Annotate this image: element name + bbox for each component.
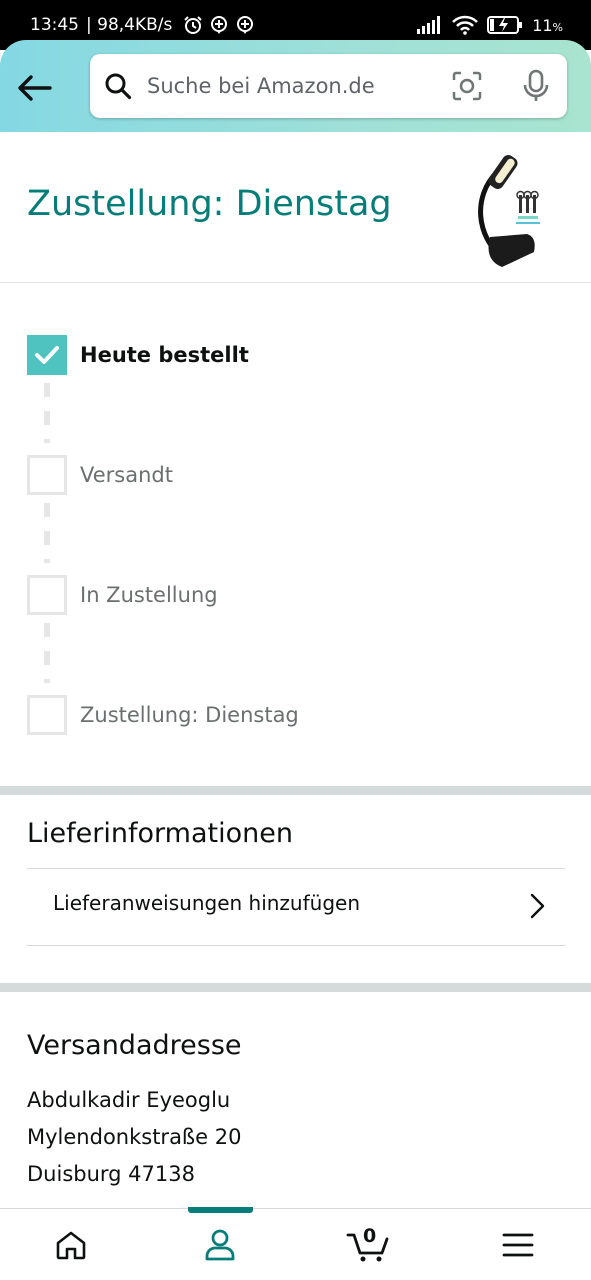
checkbox-empty: [27, 695, 67, 735]
address-street: Mylendonkstraße 20: [27, 1125, 242, 1149]
user-icon: [205, 1229, 235, 1261]
step-label: Zustellung: Dienstag: [80, 703, 299, 727]
bottom-navigation: 0: [0, 1207, 591, 1280]
step-label: Heute bestellt: [80, 343, 249, 367]
tracker-connector: [44, 623, 50, 683]
tracker-step-ordered: Heute bestellt: [27, 335, 249, 375]
shipment-tracker: Heute bestellt Versandt In Zustellung Zu…: [0, 283, 591, 786]
battery-unit: %: [552, 20, 563, 34]
section-divider: [0, 983, 591, 992]
home-icon: [56, 1231, 86, 1260]
delivery-info-title: Lieferinformationen: [27, 818, 293, 849]
hamburger-menu-icon: [502, 1233, 534, 1257]
nav-menu[interactable]: [468, 1209, 568, 1280]
tracker-step-out-for-delivery: In Zustellung: [27, 575, 218, 615]
cart-count-badge: 0: [363, 1225, 377, 1247]
step-label: Versandt: [80, 463, 173, 487]
battery-level: 11%: [532, 16, 563, 35]
battery-percent: 11: [532, 15, 553, 35]
location-plus-icon-2: [237, 16, 254, 34]
search-input[interactable]: [147, 54, 437, 118]
signal-icon: [417, 16, 441, 34]
add-delivery-instructions-row[interactable]: Lieferanweisungen hinzufügen: [27, 868, 565, 945]
status-time: 13:45: [30, 15, 79, 35]
status-network-speed: | 98,4KB/s: [86, 15, 173, 35]
address-name: Abdulkadir Eyeoglu: [27, 1088, 231, 1112]
microphone-icon[interactable]: [521, 69, 551, 103]
app-header: [0, 40, 591, 132]
battery-icon: [487, 16, 523, 34]
nav-home[interactable]: [21, 1209, 121, 1280]
checkmark-icon: [35, 346, 59, 364]
checkbox-empty: [27, 575, 67, 615]
divider: [27, 945, 565, 946]
page-title: Zustellung: Dienstag: [27, 184, 392, 224]
alarm-icon: [184, 16, 203, 34]
product-thumbnail[interactable]: [462, 142, 557, 267]
back-arrow-icon[interactable]: [14, 70, 54, 106]
location-plus-icon: [211, 16, 228, 34]
shipping-address-title: Versandadresse: [27, 1030, 242, 1061]
search-bar[interactable]: [90, 54, 567, 118]
chevron-right-icon: [530, 893, 545, 919]
tracker-step-shipped: Versandt: [27, 455, 173, 495]
tracker-step-delivery: Zustellung: Dienstag: [27, 695, 299, 735]
camera-scan-icon[interactable]: [452, 71, 482, 101]
section-divider: [0, 786, 591, 795]
add-delivery-instructions-label: Lieferanweisungen hinzufügen: [53, 891, 361, 915]
checkbox-empty: [27, 455, 67, 495]
address-city: Duisburg 47138: [27, 1162, 195, 1186]
search-icon: [105, 73, 132, 100]
checkbox-checked: [27, 335, 67, 375]
step-label: In Zustellung: [80, 583, 218, 607]
nav-account[interactable]: [170, 1209, 270, 1280]
wifi-icon: [452, 15, 479, 35]
tracker-connector: [44, 383, 50, 443]
delivery-summary: Zustellung: Dienstag: [0, 132, 591, 283]
tracker-connector: [44, 503, 50, 563]
